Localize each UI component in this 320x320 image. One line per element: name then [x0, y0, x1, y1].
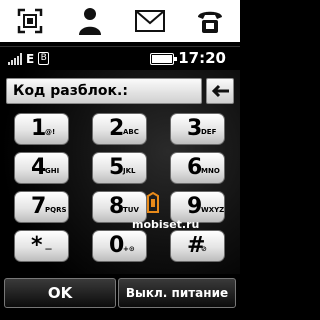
key-3[interactable]: 3 DEF	[170, 113, 225, 145]
key-2[interactable]: 2 ABC	[92, 113, 147, 145]
key-letters: +⊙	[123, 245, 135, 253]
envelope-icon[interactable]	[130, 3, 170, 39]
contacts-grid-icon[interactable]	[10, 3, 50, 39]
unlock-code-label: Код разблок.:	[13, 83, 128, 99]
key-1[interactable]: 1 @!	[14, 113, 69, 145]
key-7[interactable]: 7 PQRS	[14, 191, 69, 223]
key-digit: *	[31, 233, 43, 258]
key-letters: TUV	[123, 206, 139, 214]
battery-icon	[150, 53, 177, 65]
power-off-button[interactable]: Выкл. питание	[118, 278, 236, 308]
bluetooth-icon: B	[38, 52, 50, 65]
key-4[interactable]: 4 GHI	[14, 152, 69, 184]
key-letters: WXYZ	[201, 206, 225, 214]
status-bar: E B 17:20	[0, 46, 240, 70]
key-letters: GHI	[45, 167, 60, 175]
softkey-bar: OK Выкл. питание	[0, 276, 240, 320]
ok-button[interactable]: OK	[4, 278, 116, 308]
signal-strength-icon	[8, 52, 22, 65]
key-letters: @!	[45, 128, 56, 136]
key-5[interactable]: 5 JKL	[92, 152, 147, 184]
arrow-left-icon	[211, 84, 229, 98]
top-shortcut-bar	[0, 0, 240, 42]
watermark-logo-icon	[140, 191, 166, 220]
clock: 17:20	[178, 49, 226, 67]
key-hash[interactable]: # ⊘	[170, 230, 225, 262]
phone-icon[interactable]	[190, 3, 230, 39]
key-letters: —	[45, 245, 52, 253]
person-icon[interactable]	[70, 3, 110, 39]
key-letters: ABC	[123, 128, 139, 136]
key-letters: DEF	[201, 128, 217, 136]
key-0[interactable]: 0 +⊙	[92, 230, 147, 262]
key-letters: JKL	[123, 167, 136, 175]
network-type: E	[26, 51, 35, 66]
key-letters: ⊘	[201, 245, 207, 253]
watermark-text: mobiset.ru	[132, 218, 200, 231]
key-letters: PQRS	[45, 206, 67, 214]
unlock-code-field[interactable]: Код разблок.:	[6, 78, 202, 104]
key-star[interactable]: * —	[14, 230, 69, 262]
backspace-button[interactable]	[206, 78, 234, 104]
key-6[interactable]: 6 MNO	[170, 152, 225, 184]
key-letters: MNO	[201, 167, 220, 175]
